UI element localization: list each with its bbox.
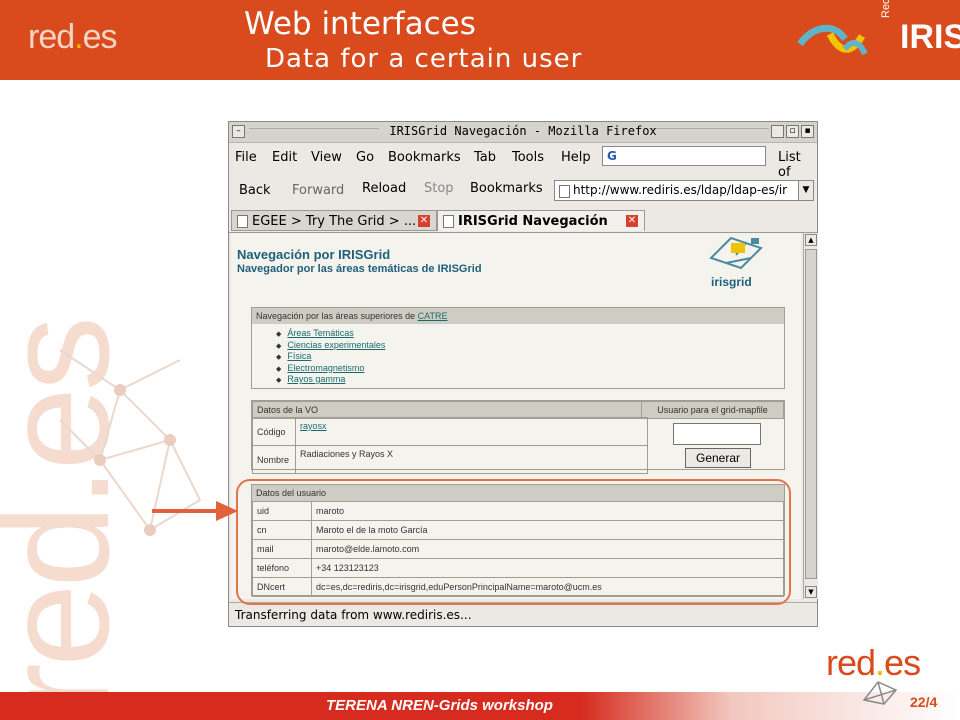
list-item[interactable]: Áreas Temáticas <box>276 328 784 340</box>
vo-data-table: Código rayosx Nombre Radiaciones y Rayos… <box>252 417 648 474</box>
menu-tools[interactable]: Tools <box>512 150 544 165</box>
vo-code-link[interactable]: rayosx <box>300 421 327 431</box>
page-subheading: Navegador por las áreas temáticas de IRI… <box>237 263 482 275</box>
menu-go[interactable]: Go <box>356 150 374 165</box>
slide-header: red.es Web interfaces Data for a certain… <box>0 0 960 80</box>
slide-title: Web interfaces <box>244 6 476 42</box>
forward-button[interactable]: Forward <box>292 183 344 198</box>
table-row: Nombre Radiaciones y Rayos X <box>252 445 648 474</box>
close-window-icon[interactable]: ▪ <box>801 125 814 138</box>
page-icon <box>559 185 570 198</box>
minimize-icon[interactable] <box>771 125 784 138</box>
menu-edit[interactable]: Edit <box>272 150 297 165</box>
page-number: 22/4 <box>910 694 938 710</box>
tab-label: IRISGrid Navegación <box>458 214 608 229</box>
list-item[interactable]: Ciencias experimentales <box>276 340 784 352</box>
tab-label: EGEE > Try The Grid > ... <box>252 214 417 229</box>
areas-panel: Navegación por las áreas superiores de C… <box>251 307 785 389</box>
network-icon <box>862 681 898 705</box>
list-item[interactable]: Rayos gamma <box>276 374 784 386</box>
menu-help[interactable]: Help <box>561 150 591 165</box>
vertical-scrollbar[interactable]: ▲ ▼ <box>803 233 818 599</box>
bookmarks-button[interactable]: Bookmarks <box>470 181 543 196</box>
back-button[interactable]: Back <box>239 183 271 198</box>
url-bar[interactable]: http://www.rediris.es/ldap/ldap-es/ir ▼ <box>554 180 814 201</box>
mapfile-header: Usuario para el grid-mapfile <box>641 401 784 419</box>
close-tab-icon[interactable]: ✕ <box>626 215 638 227</box>
window-titlebar[interactable]: – IRISGrid Navegación - Mozilla Firefox … <box>229 122 817 143</box>
chevron-down-icon[interactable]: ▼ <box>798 181 813 200</box>
list-item[interactable]: Física <box>276 351 784 363</box>
list-item[interactable]: Electromagnetismo <box>276 363 784 375</box>
close-tab-icon[interactable]: ✕ <box>418 215 430 227</box>
catre-link[interactable]: CATRE <box>418 311 448 321</box>
rediris-es-logo: red.es <box>28 18 118 56</box>
page-icon <box>237 215 248 228</box>
areas-list: Áreas Temáticas Ciencias experimentales … <box>276 328 784 386</box>
vo-header: Datos de la VO <box>252 401 642 419</box>
footer-text: TERENA NREN-Grids workshop <box>326 697 553 714</box>
reload-button[interactable]: Reload <box>362 181 406 196</box>
menu-file[interactable]: File <box>235 150 257 165</box>
iris-red-label: Red <box>880 0 892 18</box>
page-heading: Navegación por IRISGrid <box>237 247 391 262</box>
url-text[interactable]: http://www.rediris.es/ldap/ldap-es/ir <box>573 183 793 197</box>
arrow-right-icon <box>152 501 238 521</box>
slide-subtitle: Data for a certain user <box>265 44 583 74</box>
iris-logo-text: IRIS <box>900 18 960 56</box>
tab-irisgrid[interactable]: IRISGrid Navegación ✕ <box>437 210 645 231</box>
irisgrid-logo-text: irisgrid <box>711 275 752 289</box>
scroll-thumb[interactable] <box>805 249 817 579</box>
generate-button[interactable]: Generar <box>685 448 751 468</box>
search-input[interactable]: G <box>602 146 766 166</box>
menu-tab[interactable]: Tab <box>474 150 496 165</box>
table-row: Código rayosx <box>252 417 648 446</box>
menu-view[interactable]: View <box>311 150 342 165</box>
window-title: IRISGrid Navegación - Mozilla Firefox <box>389 124 657 138</box>
scroll-down-icon[interactable]: ▼ <box>805 586 817 598</box>
scroll-up-icon[interactable]: ▲ <box>805 234 817 246</box>
tab-egee[interactable]: EGEE > Try The Grid > ... ✕ <box>231 210 437 231</box>
maximize-icon[interactable]: ▫ <box>786 125 799 138</box>
menu-bookmarks[interactable]: Bookmarks <box>388 150 461 165</box>
mapfile-user-input[interactable] <box>673 423 761 445</box>
tab-strip: EGEE > Try The Grid > ... ✕ IRISGrid Nav… <box>229 210 817 233</box>
areas-header: Navegación por las áreas superiores de C… <box>252 308 784 324</box>
status-bar: Transferring data from www.rediris.es... <box>229 602 817 626</box>
page-icon <box>443 215 454 228</box>
google-icon: G <box>607 149 617 163</box>
user-data-highlight <box>236 479 791 605</box>
stop-button[interactable]: Stop <box>424 181 454 196</box>
